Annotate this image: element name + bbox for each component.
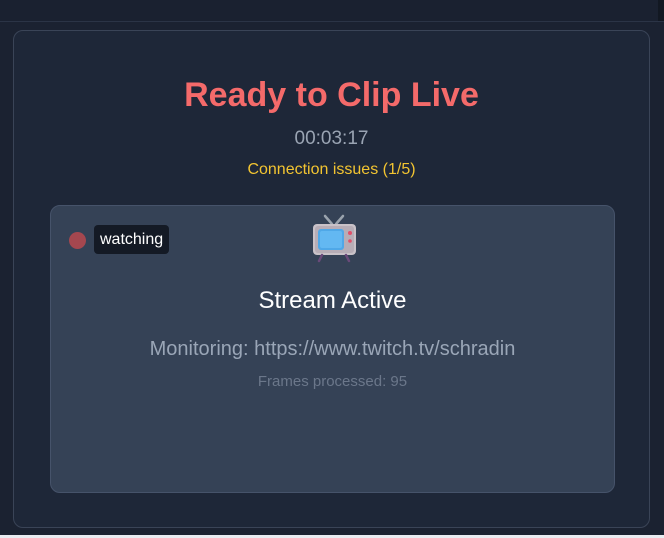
elapsed-timer: 00:03:17 [294, 128, 369, 149]
recording-dot-icon [69, 232, 86, 249]
connection-warning: Connection issues (1/5) [247, 161, 416, 178]
top-bar-edge [658, 0, 664, 21]
stream-status-heading: Stream Active [258, 287, 407, 314]
stream-preview-card: watching Stream Active Monitoring: https… [50, 205, 615, 493]
page-title: Ready to Clip Live [184, 76, 479, 114]
top-bar [0, 0, 664, 22]
television-icon [313, 214, 356, 263]
clip-panel: Ready to Clip Live 00:03:17 Connection i… [13, 30, 650, 528]
frames-processed-text: Frames processed: 95 [257, 373, 408, 390]
status-badge: watching [94, 225, 170, 254]
monitoring-url-text: Monitoring: https://www.twitch.tv/schrad… [149, 338, 516, 360]
